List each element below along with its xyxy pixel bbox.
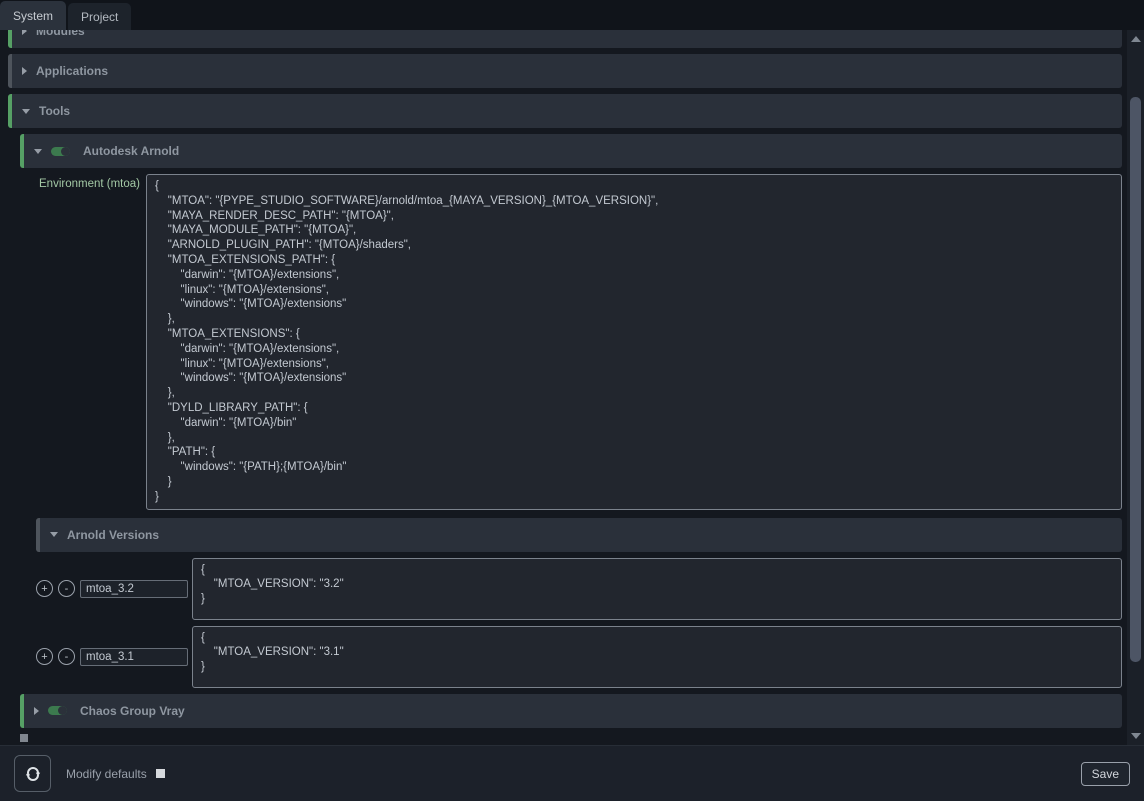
clipped-next-section (20, 734, 28, 742)
section-label-chaos-group-vray: Chaos Group Vray (80, 704, 185, 718)
environment-mtoa-label: Environment (mtoa) (20, 174, 146, 190)
tab-bar: System Project (0, 0, 1144, 30)
section-label-tools: Tools (39, 104, 70, 118)
section-header-chaos-group-vray[interactable]: Chaos Group Vray (20, 694, 1122, 728)
modules-state-bar (8, 30, 12, 48)
remove-version-button[interactable]: - (58, 648, 75, 665)
arrow-down-icon (1131, 733, 1141, 739)
tools-state-bar (8, 94, 12, 128)
add-version-button[interactable]: + (36, 648, 53, 665)
scroll-down-button[interactable] (1127, 729, 1144, 743)
version-json-editor[interactable]: { "MTOA_VERSION": "3.2" } (192, 558, 1122, 620)
chevron-right-icon (22, 30, 27, 35)
save-button[interactable]: Save (1081, 762, 1130, 786)
version-json-editor[interactable]: { "MTOA_VERSION": "3.1" } (192, 626, 1122, 688)
modify-defaults-label: Modify defaults (66, 767, 147, 781)
section-header-arnold-versions[interactable]: Arnold Versions (36, 518, 1122, 552)
section-header-applications[interactable]: Applications (8, 54, 1122, 88)
section-header-autodesk-arnold[interactable]: Autodesk Arnold (20, 134, 1122, 168)
scroll-up-button[interactable] (1127, 32, 1144, 46)
arnold-version-row: + - { "MTOA_VERSION": "3.1" } (36, 626, 1122, 688)
arnold-enabled-toggle[interactable] (51, 147, 70, 156)
refresh-button[interactable] (14, 755, 51, 792)
chevron-right-icon (34, 707, 39, 715)
tab-project-label: Project (81, 10, 118, 24)
arnold-environment-row: Environment (mtoa) { "MTOA": "{PYPE_STUD… (20, 174, 1122, 510)
add-version-button[interactable]: + (36, 580, 53, 597)
settings-scroll-area: Modules Applications Tools Autodesk Arno… (0, 30, 1127, 745)
arnold-version-row: + - { "MTOA_VERSION": "3.2" } (36, 558, 1122, 620)
environment-json-editor[interactable]: { "MTOA": "{PYPE_STUDIO_SOFTWARE}/arnold… (146, 174, 1122, 510)
arrow-up-icon (1131, 36, 1141, 42)
arnold-versions-state-bar (36, 518, 40, 552)
applications-state-bar (8, 54, 12, 88)
tab-system-label: System (13, 9, 53, 23)
scrollbar-thumb[interactable] (1130, 97, 1141, 662)
section-header-tools[interactable]: Tools (8, 94, 1122, 128)
section-label-arnold-versions: Arnold Versions (67, 528, 159, 542)
tab-system[interactable]: System (0, 1, 66, 30)
version-key-input[interactable] (80, 648, 188, 666)
modify-defaults-checkbox[interactable] (156, 769, 165, 778)
refresh-icon (24, 765, 42, 783)
section-label-applications: Applications (36, 64, 108, 78)
chevron-down-icon (50, 532, 58, 537)
vray-enabled-toggle[interactable] (48, 706, 67, 715)
tab-project[interactable]: Project (68, 3, 131, 30)
remove-version-button[interactable]: - (58, 580, 75, 597)
footer-bar: Modify defaults Save (0, 745, 1144, 801)
chevron-down-icon (22, 109, 30, 114)
version-key-input[interactable] (80, 580, 188, 598)
chevron-right-icon (22, 67, 27, 75)
vertical-scrollbar[interactable] (1127, 30, 1144, 745)
chevron-down-icon (34, 149, 42, 154)
vray-state-bar (20, 694, 24, 728)
section-header-modules[interactable]: Modules (8, 30, 1122, 48)
section-label-autodesk-arnold: Autodesk Arnold (83, 144, 179, 158)
arnold-state-bar (20, 134, 24, 168)
section-label-modules: Modules (36, 30, 85, 38)
